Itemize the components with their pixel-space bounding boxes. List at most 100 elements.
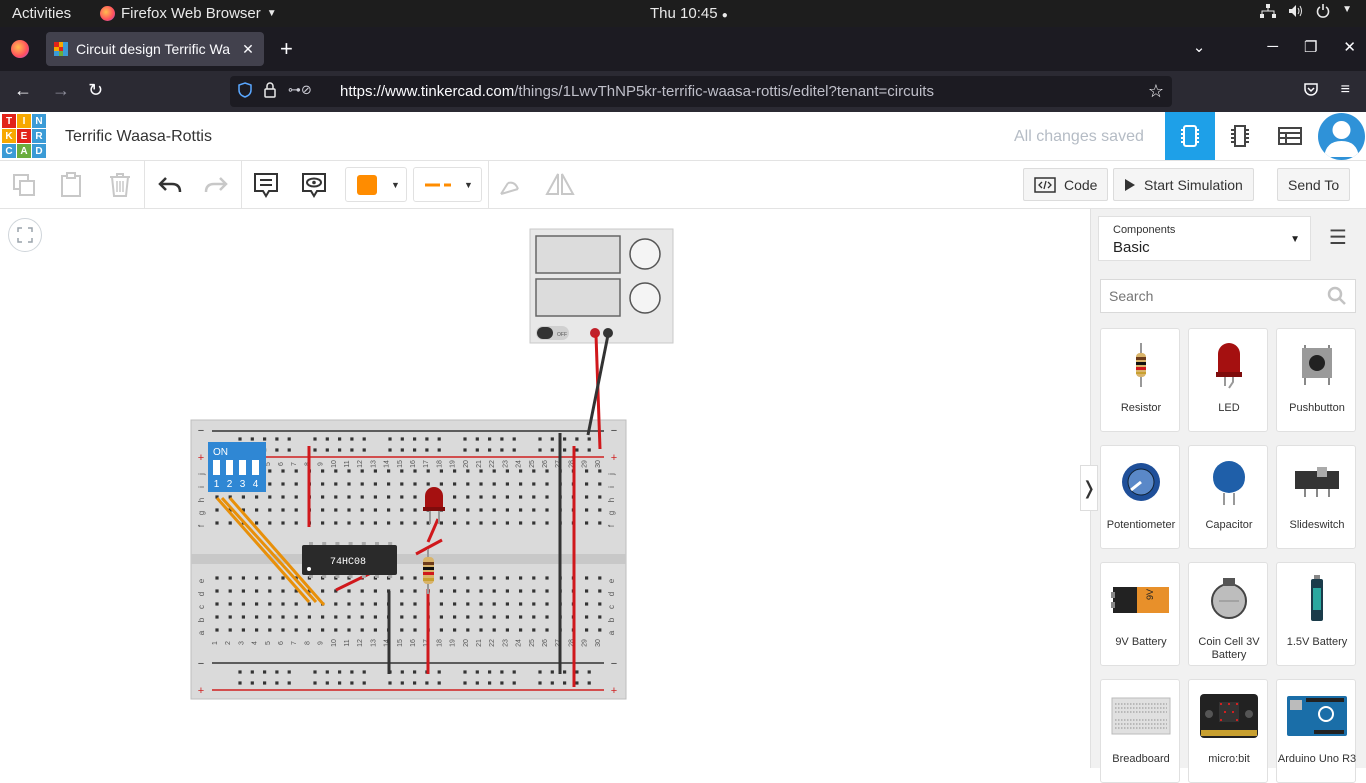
logo-letter: K [2,129,16,143]
component-card[interactable]: Resistor [1100,328,1180,432]
component-card[interactable]: Pushbutton [1276,328,1356,432]
pushbutton-icon [1277,335,1357,395]
delete-button[interactable] [104,169,136,201]
chip-pin [388,575,393,578]
list-view-icon[interactable]: ☰ [1329,225,1347,250]
clock[interactable]: Thu 10:45 ● [650,5,728,22]
notes-visibility-button[interactable] [298,169,330,201]
row-label: j [607,473,616,476]
copy-button[interactable] [8,169,40,201]
component-name: Resistor [1120,402,1162,414]
wire-type-selector[interactable]: ▼ [413,167,482,202]
send-to-button[interactable]: Send To [1277,168,1351,201]
component-card[interactable]: Breadboard [1100,679,1180,783]
row-label: b [607,617,616,622]
address-bar[interactable]: ⊶⊘ https://www.tinkercad.com/things/1Lwv… [230,76,1172,107]
column-label: 26 [542,639,549,647]
activities-button[interactable]: Activities [12,5,71,22]
column-label: 25 [529,460,536,468]
url-icons: ⊶⊘ [238,82,340,101]
component-name: LED [1218,402,1240,414]
component-card[interactable]: Slideswitch [1276,445,1356,549]
close-tab-icon[interactable]: ✕ [240,41,256,58]
column-label: 12 [357,460,364,468]
firefox-view-icon[interactable] [11,40,29,58]
component-card[interactable]: micro:bit [1188,679,1268,783]
schematic-view-button[interactable] [1215,112,1265,160]
paste-icon [61,172,81,197]
component-card[interactable]: Coin Cell 3V Battery [1188,562,1268,666]
component-card[interactable]: 9V 9V Battery [1100,562,1180,666]
resistor-icon [1101,335,1181,395]
column-label: 16 [410,639,417,647]
collapse-panel-button[interactable]: ❭ [1080,465,1098,511]
dip-switch-number: 2 [227,479,233,490]
maximize-icon[interactable]: ❐ [1304,38,1317,56]
column-label: 30 [595,639,602,647]
component-card[interactable]: Capacitor [1188,445,1268,549]
component-card[interactable]: 1.5V Battery [1276,562,1356,666]
component-card[interactable]: Arduino Uno R3 [1276,679,1356,783]
flip-button[interactable] [544,169,576,201]
circuit-workplane[interactable]: OFF 112233445566778899101011111212131314… [0,209,1090,768]
search-icon[interactable] [1327,286,1347,311]
chevron-down-icon: ▼ [266,8,277,19]
clock-label: Thu 10:45 [650,5,718,22]
ic-chip-74hc08[interactable]: 74HC08 [302,542,397,578]
tab-title: Circuit design Terrific Wa [76,41,231,57]
chip-label: 74HC08 [330,557,366,568]
start-simulation-button[interactable]: Start Simulation [1113,168,1254,201]
reload-icon[interactable]: ↻ [88,80,103,101]
browser-tab-active[interactable]: Circuit design Terrific Wa ✕ [46,32,264,66]
circuit-view-button[interactable] [1165,112,1215,160]
close-window-icon[interactable]: ✕ [1343,38,1356,56]
design-title[interactable]: Terrific Waasa-Rottis [65,128,212,146]
bookmark-star-icon[interactable]: ☆ [1148,81,1164,102]
component-name: Capacitor [1205,519,1253,531]
column-label: 17 [423,460,430,468]
component-search-input[interactable] [1100,279,1356,313]
column-label: 14 [384,460,391,468]
rotate-button[interactable] [494,169,526,201]
chevron-down-icon: ▼ [1342,4,1352,15]
dip-switch-on-label: ON [213,447,228,458]
battery-aa-icon [1277,569,1357,629]
permissions-icon[interactable]: ⊶⊘ [288,82,312,101]
tinkercad-logo[interactable]: TIN KER CAD [2,114,46,158]
paste-button[interactable] [55,169,87,201]
chevron-down-icon: ▼ [1290,234,1300,245]
row-label: e [197,578,206,583]
hamburger-menu-icon[interactable]: ≡ [1341,81,1350,102]
minimize-icon[interactable]: ─ [1267,38,1278,56]
copy-icon [13,174,35,196]
notes-button[interactable] [250,169,282,201]
undo-button[interactable] [154,169,186,201]
forward-arrow-icon[interactable]: → [52,80,70,101]
new-tab-icon[interactable]: + [280,36,293,62]
column-label: 22 [489,460,496,468]
list-all-tabs-icon[interactable]: ⌄ [1193,38,1206,56]
back-arrow-icon[interactable]: ← [14,80,32,101]
column-label: 19 [450,460,457,468]
system-tray[interactable]: ▼ [1260,4,1352,21]
url-path: /things/1LwvThNP5kr-terrific-waasa-rotti… [514,83,934,100]
user-avatar[interactable] [1318,113,1365,160]
component-card[interactable]: LED [1188,328,1268,432]
components-dropdown[interactable]: Components Basic ▼ [1098,216,1311,261]
logo-letter: I [17,114,31,128]
code-button[interactable]: Code [1023,168,1109,201]
component-card[interactable]: Potentiometer [1100,445,1180,549]
pocket-icon[interactable] [1303,81,1319,102]
circuit-drawing: OFF 112233445566778899101011111212131314… [190,228,674,700]
component-list-view-button[interactable] [1265,112,1315,160]
wire-color-selector[interactable]: ▼ [345,167,407,202]
led-icon [1189,335,1269,395]
component-name: 9V Battery [1115,636,1167,648]
redo-button[interactable] [200,169,232,201]
component-name: Potentiometer [1106,519,1176,531]
lock-icon[interactable] [264,82,276,101]
tracking-protection-shield-icon[interactable] [238,82,252,101]
dip-switch[interactable]: ON 1234 [208,442,266,492]
power-supply[interactable]: OFF [529,228,674,344]
app-menu[interactable]: Firefox Web Browser ▼ [100,5,277,22]
